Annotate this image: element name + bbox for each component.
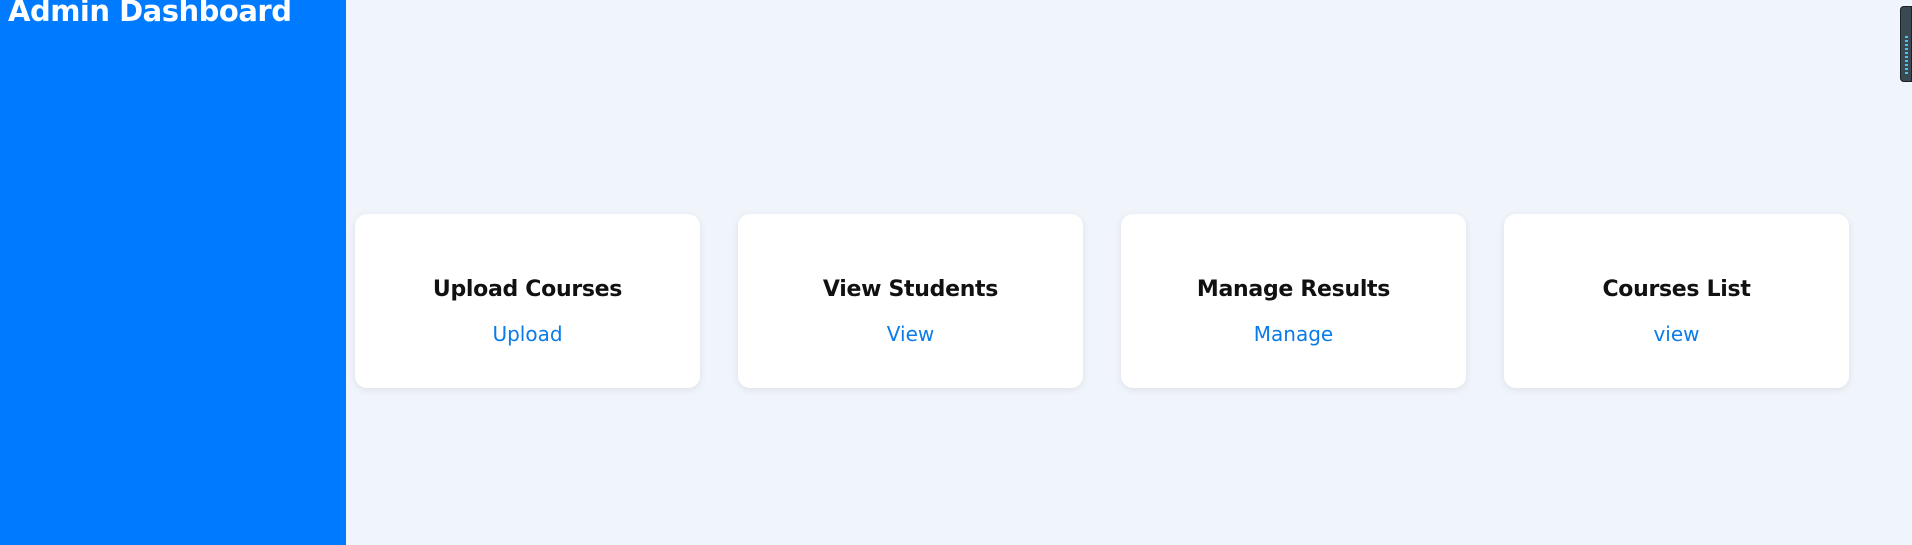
courses-list-link-label[interactable]: view: [1653, 322, 1699, 346]
scroll-handle[interactable]: [1900, 6, 1912, 82]
card-upload-courses: Upload Courses Upload: [355, 214, 700, 388]
scroll-indicator: [1905, 36, 1908, 76]
view-students-link-label[interactable]: View: [887, 322, 934, 346]
card-title: View Students: [822, 277, 999, 302]
manage-link-label[interactable]: Manage: [1254, 322, 1333, 346]
upload-link-label[interactable]: Upload: [492, 322, 562, 346]
sidebar-title: Admin Dashboard: [8, 0, 292, 28]
card-courses-list: Courses List view: [1504, 214, 1849, 388]
courses-list-link[interactable]: view: [1504, 322, 1849, 346]
manage-link[interactable]: Manage: [1121, 322, 1466, 346]
card-manage-results: Manage Results Manage: [1121, 214, 1466, 388]
main-content: Upload Courses Upload View Students View…: [346, 0, 1912, 545]
card-title: Manage Results: [1196, 277, 1391, 302]
card-title: Courses List: [1602, 277, 1751, 302]
card-view-students: View Students View: [738, 214, 1083, 388]
upload-link[interactable]: Upload: [355, 322, 700, 346]
view-students-link[interactable]: View: [738, 322, 1083, 346]
sidebar: Admin Dashboard: [0, 0, 346, 545]
card-title: Upload Courses: [432, 277, 623, 302]
